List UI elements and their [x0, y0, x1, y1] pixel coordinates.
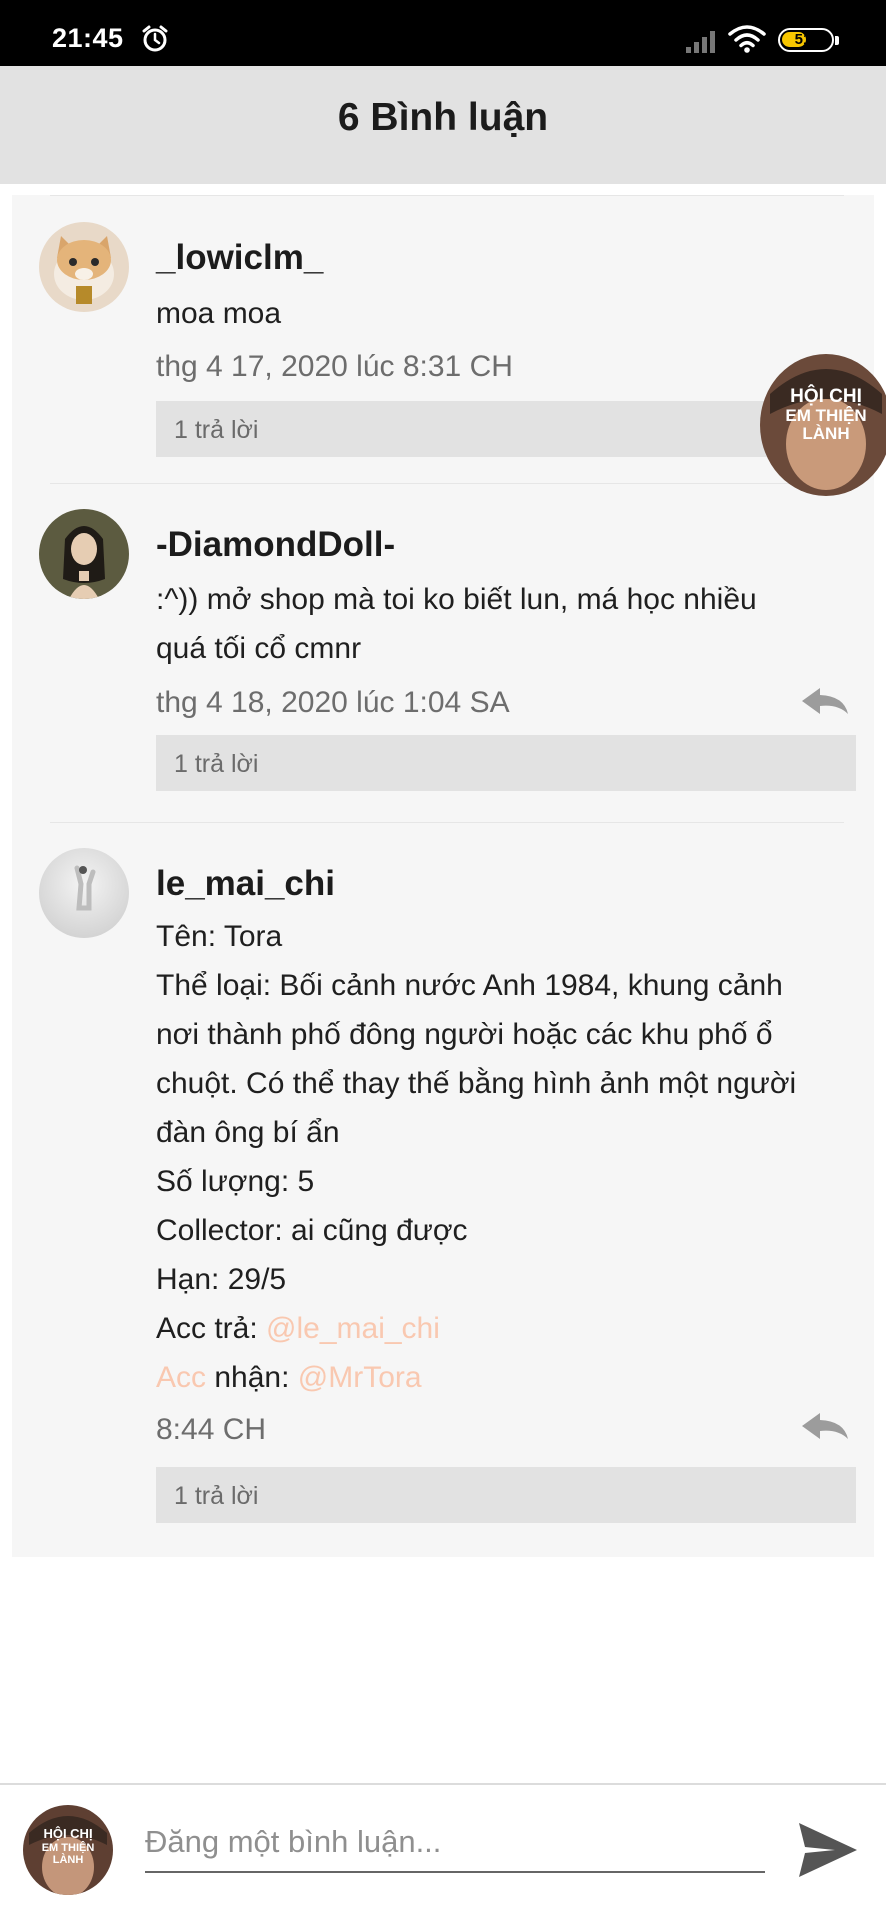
signal-icon [686, 31, 715, 53]
comment-timestamp: thg 4 18, 2020 lúc 1:04 SA [156, 686, 510, 719]
hand-avatar-icon [39, 848, 129, 938]
comment-username[interactable]: -DiamondDoll- [156, 525, 395, 565]
page-title: 6 Bình luận [337, 96, 549, 139]
status-time: 21:45 [52, 23, 124, 53]
replies-count: 1 trả lời [174, 416, 259, 444]
mention-link[interactable]: Acc [156, 1361, 206, 1394]
battery-percent: 51 [794, 31, 812, 48]
comment-text: Tên: Tora Thể loại: Bối cảnh nước Anh 19… [156, 912, 856, 1402]
svg-text:LÀNH: LÀNH [53, 1853, 84, 1866]
alarm-icon [142, 25, 168, 52]
comment-item: -DiamondDoll- :^)) mở shop mà toi ko biế… [12, 483, 874, 823]
view-replies-button[interactable]: 1 trả lời [156, 401, 856, 457]
mention-link[interactable]: @le_mai_chi [266, 1312, 440, 1345]
comment-item: le_mai_chi Tên: Tora Thể loại: Bối cảnh … [12, 822, 874, 1557]
group-avatar-icon: HỘI CHỊ EM THIỆN LÀNH [23, 1805, 113, 1895]
svg-text:LÀNH: LÀNH [802, 424, 849, 443]
portrait-avatar-icon [39, 509, 129, 599]
avatar[interactable] [39, 848, 129, 938]
mention-link[interactable]: @MrTora [298, 1361, 422, 1394]
comment-text: :^)) mở shop mà toi ko biết lun, má học … [156, 583, 757, 665]
comment-input[interactable] [145, 1813, 765, 1873]
acc-tra-line: Acc trả: @le_mai_chi [156, 1312, 440, 1345]
comment-composer: HỘI CHỊ EM THIỆN LÀNH [0, 1785, 886, 1920]
comment-list[interactable]: _lowiclm_ moa moa thg 4 17, 2020 lúc 8:3… [12, 195, 874, 1557]
comment-timestamp: 8:44 CH [156, 1413, 267, 1446]
send-icon[interactable] [795, 1817, 861, 1883]
reply-icon[interactable] [800, 1411, 850, 1441]
acc-nhan-line: Acc nhận: @MrTora [156, 1361, 422, 1394]
comment-item: _lowiclm_ moa moa thg 4 17, 2020 lúc 8:3… [12, 195, 874, 480]
view-replies-button[interactable]: 1 trả lời [156, 735, 856, 791]
view-replies-button[interactable]: 1 trả lời [156, 1467, 856, 1523]
status-bar: 21:45 51 [0, 0, 886, 66]
svg-text:HỘI CHỊ: HỘI CHỊ [43, 1826, 92, 1841]
avatar[interactable] [39, 509, 129, 599]
comment-username[interactable]: _lowiclm_ [156, 238, 323, 278]
replies-count: 1 trả lời [174, 750, 259, 778]
reply-icon[interactable] [800, 686, 850, 716]
comment-username[interactable]: le_mai_chi [156, 864, 335, 904]
cat-avatar-icon [39, 222, 129, 312]
replies-count: 1 trả lời [174, 1482, 259, 1510]
svg-text:EM THIỆN: EM THIỆN [785, 406, 866, 425]
user-avatar[interactable]: HỘI CHỊ EM THIỆN LÀNH [23, 1805, 113, 1895]
group-avatar-icon: HỘI CHỊ EM THIỆN LÀNH [760, 354, 886, 496]
comment-text: moa moa [156, 297, 282, 330]
battery-icon: 51 [778, 28, 839, 52]
floating-chat-bubble[interactable]: HỘI CHỊ EM THIỆN LÀNH [760, 354, 886, 496]
comment-timestamp: thg 4 17, 2020 lúc 8:31 CH [156, 350, 513, 383]
header: 6 Bình luận [0, 66, 886, 184]
avatar[interactable] [39, 222, 129, 312]
svg-text:HỘI CHỊ: HỘI CHỊ [790, 385, 862, 407]
svg-text:EM THIỆN: EM THIỆN [42, 1841, 95, 1854]
wifi-icon [728, 25, 766, 53]
